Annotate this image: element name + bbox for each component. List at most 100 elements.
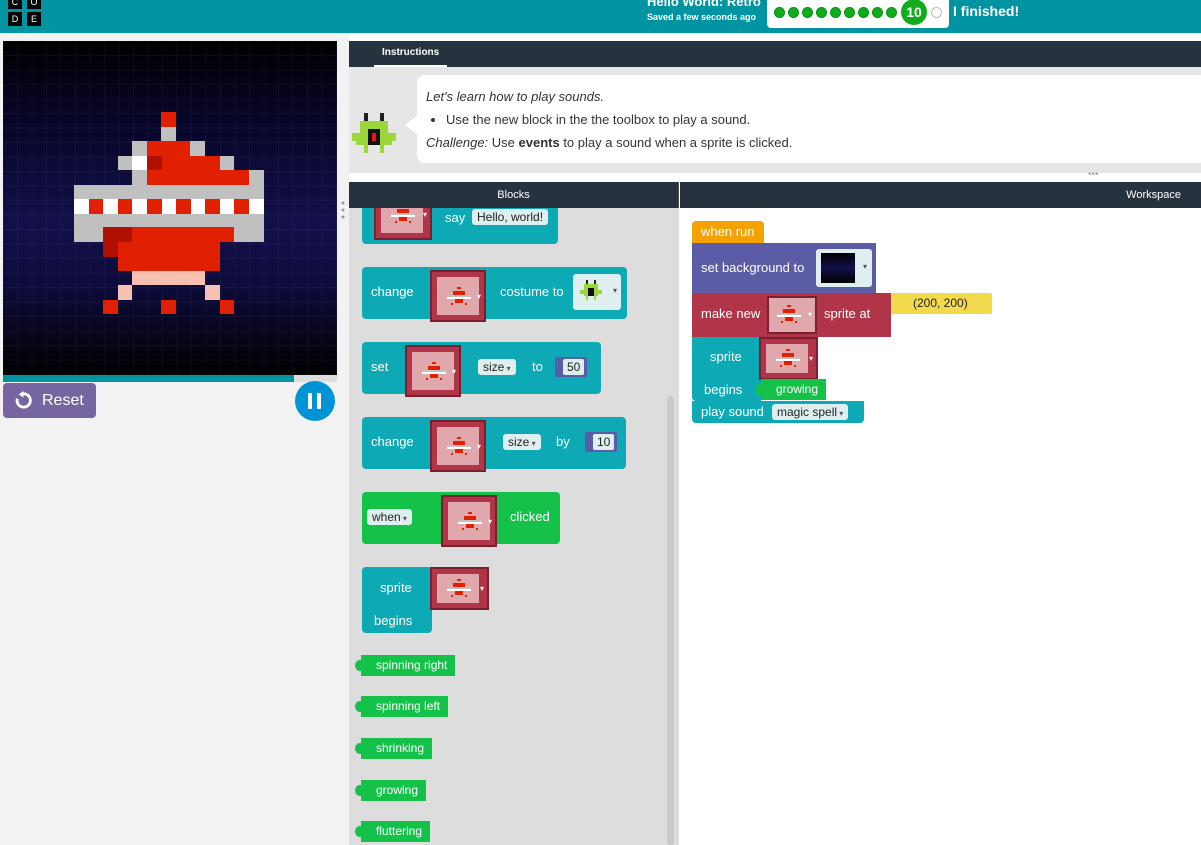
challenge-prefix: Challenge: bbox=[426, 135, 489, 150]
completed-level-dot[interactable] bbox=[774, 7, 785, 18]
behavior-growing-slot[interactable]: growing bbox=[754, 379, 827, 400]
when-run-label: when run bbox=[701, 224, 755, 239]
change-costume-block[interactable]: change ▾ costume to ▾ bbox=[362, 267, 627, 322]
finished-link[interactable]: I finished! bbox=[953, 3, 1019, 19]
location-value[interactable]: (200, 200) bbox=[908, 295, 973, 311]
ufo-icon bbox=[447, 579, 471, 597]
challenge-keyword: events bbox=[518, 135, 560, 150]
size-property-dropdown[interactable]: size bbox=[478, 359, 516, 375]
set-background-block[interactable]: set background to ▾ bbox=[692, 243, 876, 293]
blocks-header: Blocks bbox=[349, 182, 679, 208]
event-dropdown[interactable]: when bbox=[367, 509, 412, 525]
workspace-canvas[interactable]: when run set background to ▾ make new ▾ … bbox=[680, 208, 1201, 845]
size-delta-field[interactable]: 10 bbox=[585, 432, 618, 452]
when-clicked-block[interactable]: when ▾ clicked bbox=[362, 492, 560, 547]
sprite-dropdown[interactable]: ▾ bbox=[767, 296, 817, 334]
sprite-dropdown[interactable]: ▾ bbox=[430, 567, 489, 610]
begins-label: begins bbox=[374, 613, 413, 628]
change-label: change bbox=[371, 434, 414, 449]
when-run-block[interactable]: when run bbox=[692, 221, 764, 243]
behavior-spinning-right[interactable]: spinning right bbox=[354, 655, 456, 676]
challenge-text: Challenge: Use events to play a sound wh… bbox=[426, 131, 1197, 154]
run-progress-fill bbox=[3, 375, 294, 382]
clicked-label: clicked bbox=[510, 509, 550, 524]
sprite-dropdown[interactable]: ▾ bbox=[441, 495, 497, 547]
reset-button[interactable]: Reset bbox=[3, 383, 96, 418]
toolbox-scrollbar[interactable] bbox=[667, 396, 674, 845]
sound-dropdown[interactable]: magic spell bbox=[772, 404, 849, 420]
behavior-shrinking[interactable]: shrinking bbox=[354, 738, 433, 759]
reset-icon bbox=[15, 391, 32, 409]
set-background-label: set background to bbox=[701, 260, 805, 275]
sprite-begins-block[interactable]: sprite begins bbox=[692, 337, 761, 401]
size-property-dropdown[interactable]: size bbox=[503, 434, 541, 450]
instruction-bullet: Use the new block in the the toolbox to … bbox=[446, 108, 1197, 131]
space-background-thumbnail bbox=[821, 253, 855, 283]
completed-level-dot[interactable] bbox=[872, 7, 883, 18]
change-size-block[interactable]: change ▾ size by 10 bbox=[362, 417, 626, 472]
by-label: by bbox=[556, 434, 570, 449]
ufo-sprite bbox=[3, 41, 337, 375]
code-logo[interactable]: C O D E bbox=[8, 0, 44, 31]
costume-to-label: costume to bbox=[500, 284, 564, 299]
alien-avatar-icon bbox=[352, 113, 396, 153]
game-stage[interactable] bbox=[3, 41, 337, 375]
make-new-label: make new bbox=[701, 306, 761, 321]
sprite-at-label: sprite at bbox=[824, 306, 871, 321]
blocks-toolbox[interactable]: ▾ say Hello, world! change ▾ costume to … bbox=[349, 208, 679, 845]
sprite-label: sprite bbox=[710, 349, 742, 364]
next-level-dot[interactable] bbox=[931, 7, 942, 18]
sprite-dropdown[interactable]: ▾ bbox=[374, 208, 432, 240]
tab-instructions[interactable]: Instructions bbox=[374, 41, 448, 67]
ufo-icon bbox=[422, 362, 446, 380]
game-panel: Reset bbox=[0, 33, 349, 845]
instructions-panel: Let's learn how to play sounds. Use the … bbox=[349, 67, 1201, 173]
logo-letter-o: O bbox=[27, 0, 41, 9]
ufo-icon bbox=[391, 209, 415, 223]
background-dropdown[interactable]: ▾ bbox=[816, 249, 872, 287]
make-new-sprite-block[interactable]: make new ▾ sprite at bbox=[692, 293, 891, 337]
say-block[interactable]: ▾ say Hello, world! bbox=[362, 208, 558, 244]
begins-label: begins bbox=[704, 382, 743, 397]
ufo-icon bbox=[447, 437, 471, 455]
sprite-dropdown[interactable]: ▾ bbox=[405, 345, 461, 397]
completed-level-dot[interactable] bbox=[788, 7, 799, 18]
location-block[interactable]: (200, 200) bbox=[891, 293, 992, 314]
pause-button[interactable] bbox=[295, 381, 335, 421]
sprite-dropdown[interactable]: ▾ bbox=[430, 270, 486, 322]
current-level-badge[interactable]: 10 bbox=[901, 0, 927, 25]
behavior-spinning-left[interactable]: spinning left bbox=[354, 696, 449, 717]
completed-level-dot[interactable] bbox=[886, 7, 897, 18]
run-progress-bar bbox=[3, 375, 337, 382]
set-size-block[interactable]: set ▾ size to 50 bbox=[362, 342, 601, 397]
set-label: set bbox=[371, 359, 389, 374]
ufo-icon bbox=[447, 287, 471, 305]
reset-label: Reset bbox=[42, 392, 84, 409]
resize-handle[interactable]: ••• bbox=[1088, 170, 1108, 180]
ufo-icon bbox=[777, 305, 801, 323]
level-progress: 10 bbox=[767, 0, 949, 28]
sprite-dropdown[interactable]: ▾ bbox=[759, 337, 818, 380]
logo-letter-c: C bbox=[8, 0, 22, 9]
behavior-growing[interactable]: growing bbox=[354, 780, 427, 801]
project-title: Hello World: Retro bbox=[647, 0, 761, 9]
completed-level-dot[interactable] bbox=[816, 7, 827, 18]
completed-level-dot[interactable] bbox=[830, 7, 841, 18]
completed-level-dot[interactable] bbox=[802, 7, 813, 18]
completed-level-dot[interactable] bbox=[844, 7, 855, 18]
play-sound-block[interactable]: play sound magic spell bbox=[692, 401, 864, 423]
instructions-tabbar: Instructions bbox=[349, 41, 1201, 67]
sprite-dropdown[interactable]: ▾ bbox=[430, 420, 486, 472]
size-value-field[interactable]: 50 bbox=[555, 357, 588, 377]
size-delta-value: 10 bbox=[593, 434, 615, 450]
size-value: 50 bbox=[563, 359, 585, 375]
completed-level-dot[interactable] bbox=[858, 7, 869, 18]
say-text-field[interactable]: Hello, world! bbox=[472, 209, 549, 225]
sprite-begins-block[interactable]: sprite begins bbox=[362, 567, 432, 633]
costume-dropdown[interactable]: ▾ bbox=[573, 274, 621, 310]
panel-divider-grip[interactable] bbox=[341, 200, 345, 220]
play-sound-label: play sound bbox=[701, 404, 764, 419]
ufo-icon bbox=[458, 512, 482, 530]
workspace-header: Workspace bbox=[680, 182, 1201, 208]
behavior-fluttering[interactable]: fluttering bbox=[354, 821, 431, 842]
